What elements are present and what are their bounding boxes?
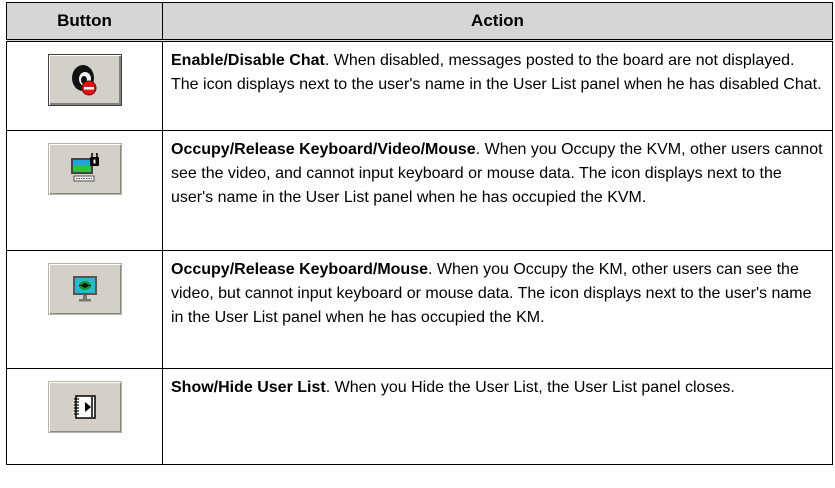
chat-head-disable-icon	[71, 65, 96, 96]
occupy-km-button[interactable]	[47, 263, 122, 315]
monitor-keyboard-lock-icon	[70, 153, 99, 182]
table-row: Show/Hide User List. When you Hide the U…	[6, 368, 833, 465]
header-action: Action	[162, 2, 833, 42]
user-list-toggle-icon	[73, 395, 96, 419]
action-cell: Occupy/Release Keyboard/Video/Mouse. Whe…	[162, 130, 833, 251]
header-button: Button	[6, 2, 163, 42]
action-cell: Enable/Disable Chat. When disabled, mess…	[162, 40, 833, 131]
action-cell: Show/Hide User List. When you Hide the U…	[162, 368, 833, 465]
action-title: Enable/Disable Chat	[171, 52, 325, 69]
table-row: Occupy/Release Keyboard/Video/Mouse. Whe…	[6, 130, 833, 251]
monitor-mouse-icon	[72, 276, 97, 302]
table-row: Occupy/Release Keyboard/Mouse. When you …	[6, 250, 833, 369]
icon-cell	[6, 40, 163, 131]
action-description: . When you Hide the User List, the User …	[325, 379, 735, 396]
icon-cell	[6, 368, 163, 465]
chat-toggle-button[interactable]	[47, 54, 122, 106]
table-header-row: Button Action	[6, 2, 833, 42]
button-action-table: Button Action Enable/Disable Chat. When	[6, 2, 833, 465]
table-row: Enable/Disable Chat. When disabled, mess…	[6, 40, 833, 131]
action-title: Occupy/Release Keyboard/Mouse	[171, 261, 428, 278]
action-title: Occupy/Release Keyboard/Video/Mouse	[171, 141, 476, 158]
icon-cell	[6, 250, 163, 369]
action-cell: Occupy/Release Keyboard/Mouse. When you …	[162, 250, 833, 369]
occupy-kvm-button[interactable]	[47, 143, 122, 195]
user-list-toggle-button[interactable]	[47, 381, 122, 433]
action-title: Show/Hide User List	[171, 379, 326, 396]
icon-cell	[6, 130, 163, 251]
